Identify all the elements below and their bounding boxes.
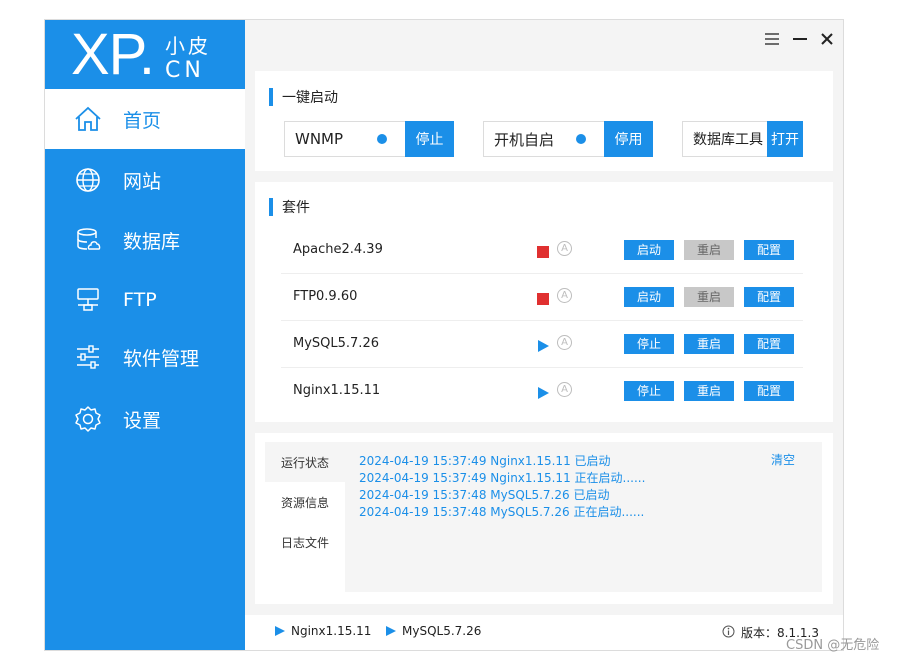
nav-item-website[interactable]: 网站 [45,150,245,210]
status-dot [377,134,387,144]
restart-button[interactable]: 重启 [684,240,734,260]
config-button[interactable]: 配置 [744,381,794,401]
suite-panel: 套件 Apache2.4.39 A 启动 重启 配置 FTP0.9.60 A 启… [255,182,833,422]
restart-button[interactable]: 重启 [684,334,734,354]
running-service-nginx: Nginx1.15.11 [275,624,371,638]
close-icon[interactable] [818,30,836,48]
log-line: 2024-04-19 15:37:49 Nginx1.15.11 正在启动...… [359,471,646,485]
quick-dbtool: 数据库工具 打开 [682,121,803,157]
quickstart-title: 一键启动 [269,87,338,107]
stopped-icon [537,290,549,305]
service-name: Apache2.4.39 [293,242,383,257]
running-service-mysql: MySQL5.7.26 [386,624,481,638]
table-row: Apache2.4.39 A 启动 重启 配置 [281,227,803,274]
globe-icon [73,165,103,195]
log-line: 2024-04-19 15:37:49 Nginx1.15.11 已启动 [359,454,611,468]
log-line: 2024-04-19 15:37:48 MySQL5.7.26 已启动 [359,488,610,502]
nav-item-ftp[interactable]: FTP [45,270,245,330]
version-label: 版本： [741,626,778,640]
nav-label: 软件管理 [123,347,200,370]
table-row: MySQL5.7.26 A 停止 重启 配置 [281,321,803,368]
nav-label: FTP [123,289,157,311]
auto-start-icon[interactable]: A [557,241,572,256]
service-name: MySQL5.7.26 [293,336,379,351]
nav-label: 首页 [123,109,162,132]
running-icon [537,337,549,352]
dbtool-open-button[interactable]: 打开 [767,121,803,157]
service-name: FTP0.9.60 [293,289,358,304]
nav-label: 设置 [123,409,162,432]
quickstart-panel: 一键启动 WNMP 停止 开机自启 停用 数据库工具 打开 [255,71,833,171]
stopped-icon [537,243,549,258]
tab-log-files[interactable]: 日志文件 [265,522,345,562]
autostart-disable-button[interactable]: 停用 [604,121,653,157]
info-icon [722,625,735,641]
stop-button[interactable]: 停止 [624,381,674,401]
nav-item-software[interactable]: 软件管理 [45,327,245,387]
auto-start-icon[interactable]: A [557,382,572,397]
database-icon [73,225,103,255]
restart-button[interactable]: 重启 [684,381,734,401]
log-line: 2024-04-19 15:37:48 MySQL5.7.26 正在启动....… [359,505,645,519]
nav-label: 网站 [123,170,162,193]
logo-bottom: CN [165,58,205,83]
stop-button[interactable]: 停止 [624,334,674,354]
config-button[interactable]: 配置 [744,240,794,260]
play-icon [275,626,285,636]
nav-label: 数据库 [123,230,181,253]
tab-resource-info[interactable]: 资源信息 [265,482,345,522]
suite-title: 套件 [269,197,310,217]
clear-log-button[interactable]: 清空 [771,451,795,468]
logo-top: 小皮 [165,34,211,58]
running-icon [537,384,549,399]
restart-button[interactable]: 重启 [684,287,734,307]
config-button[interactable]: 配置 [744,334,794,354]
tab-running-status[interactable]: 运行状态 [265,442,345,482]
gear-icon [73,404,103,434]
menu-icon[interactable] [763,30,781,48]
logo: XP. 小皮 CN [45,20,245,89]
config-button[interactable]: 配置 [744,287,794,307]
logo-main: XP. [71,22,155,87]
watermark: CSDN @无危险 [786,638,880,653]
auto-start-icon[interactable]: A [557,288,572,303]
quick-autostart: 开机自启 停用 [483,121,653,157]
nav-item-home[interactable]: 首页 [45,89,245,149]
minimize-icon[interactable] [791,30,809,48]
quick-label: 开机自启 [494,130,555,149]
auto-start-icon[interactable]: A [557,335,572,350]
service-name: Nginx1.15.11 [293,383,381,398]
status-dot [576,134,586,144]
start-button[interactable]: 启动 [624,287,674,307]
play-icon [386,626,396,636]
nav-item-settings[interactable]: 设置 [45,389,245,449]
wnmp-stop-button[interactable]: 停止 [405,121,454,157]
table-row: FTP0.9.60 A 启动 重启 配置 [281,274,803,321]
start-button[interactable]: 启动 [624,240,674,260]
quick-label: WNMP [295,130,344,148]
log-panel: 运行状态 资源信息 日志文件 清空 2024-04-19 15:37:49 Ng… [255,433,833,604]
app-window: XP. 小皮 CN 首页 网站 数据库 FTP 软件管理 设置 一键启动 WNM… [44,19,844,651]
server-icon [73,285,103,315]
log-box: 运行状态 资源信息 日志文件 清空 2024-04-19 15:37:49 Ng… [265,442,822,592]
status-bar: Nginx1.15.11 MySQL5.7.26 版本： 8.1.1.3 [245,615,843,650]
quick-label: 数据库工具 [693,132,763,148]
home-icon [73,104,103,134]
nav-item-database[interactable]: 数据库 [45,210,245,270]
sidebar: XP. 小皮 CN 首页 网站 数据库 FTP 软件管理 设置 [45,20,245,650]
sliders-icon [73,342,103,372]
quick-wnmp: WNMP 停止 [284,121,454,157]
table-row: Nginx1.15.11 A 停止 重启 配置 [281,368,803,415]
